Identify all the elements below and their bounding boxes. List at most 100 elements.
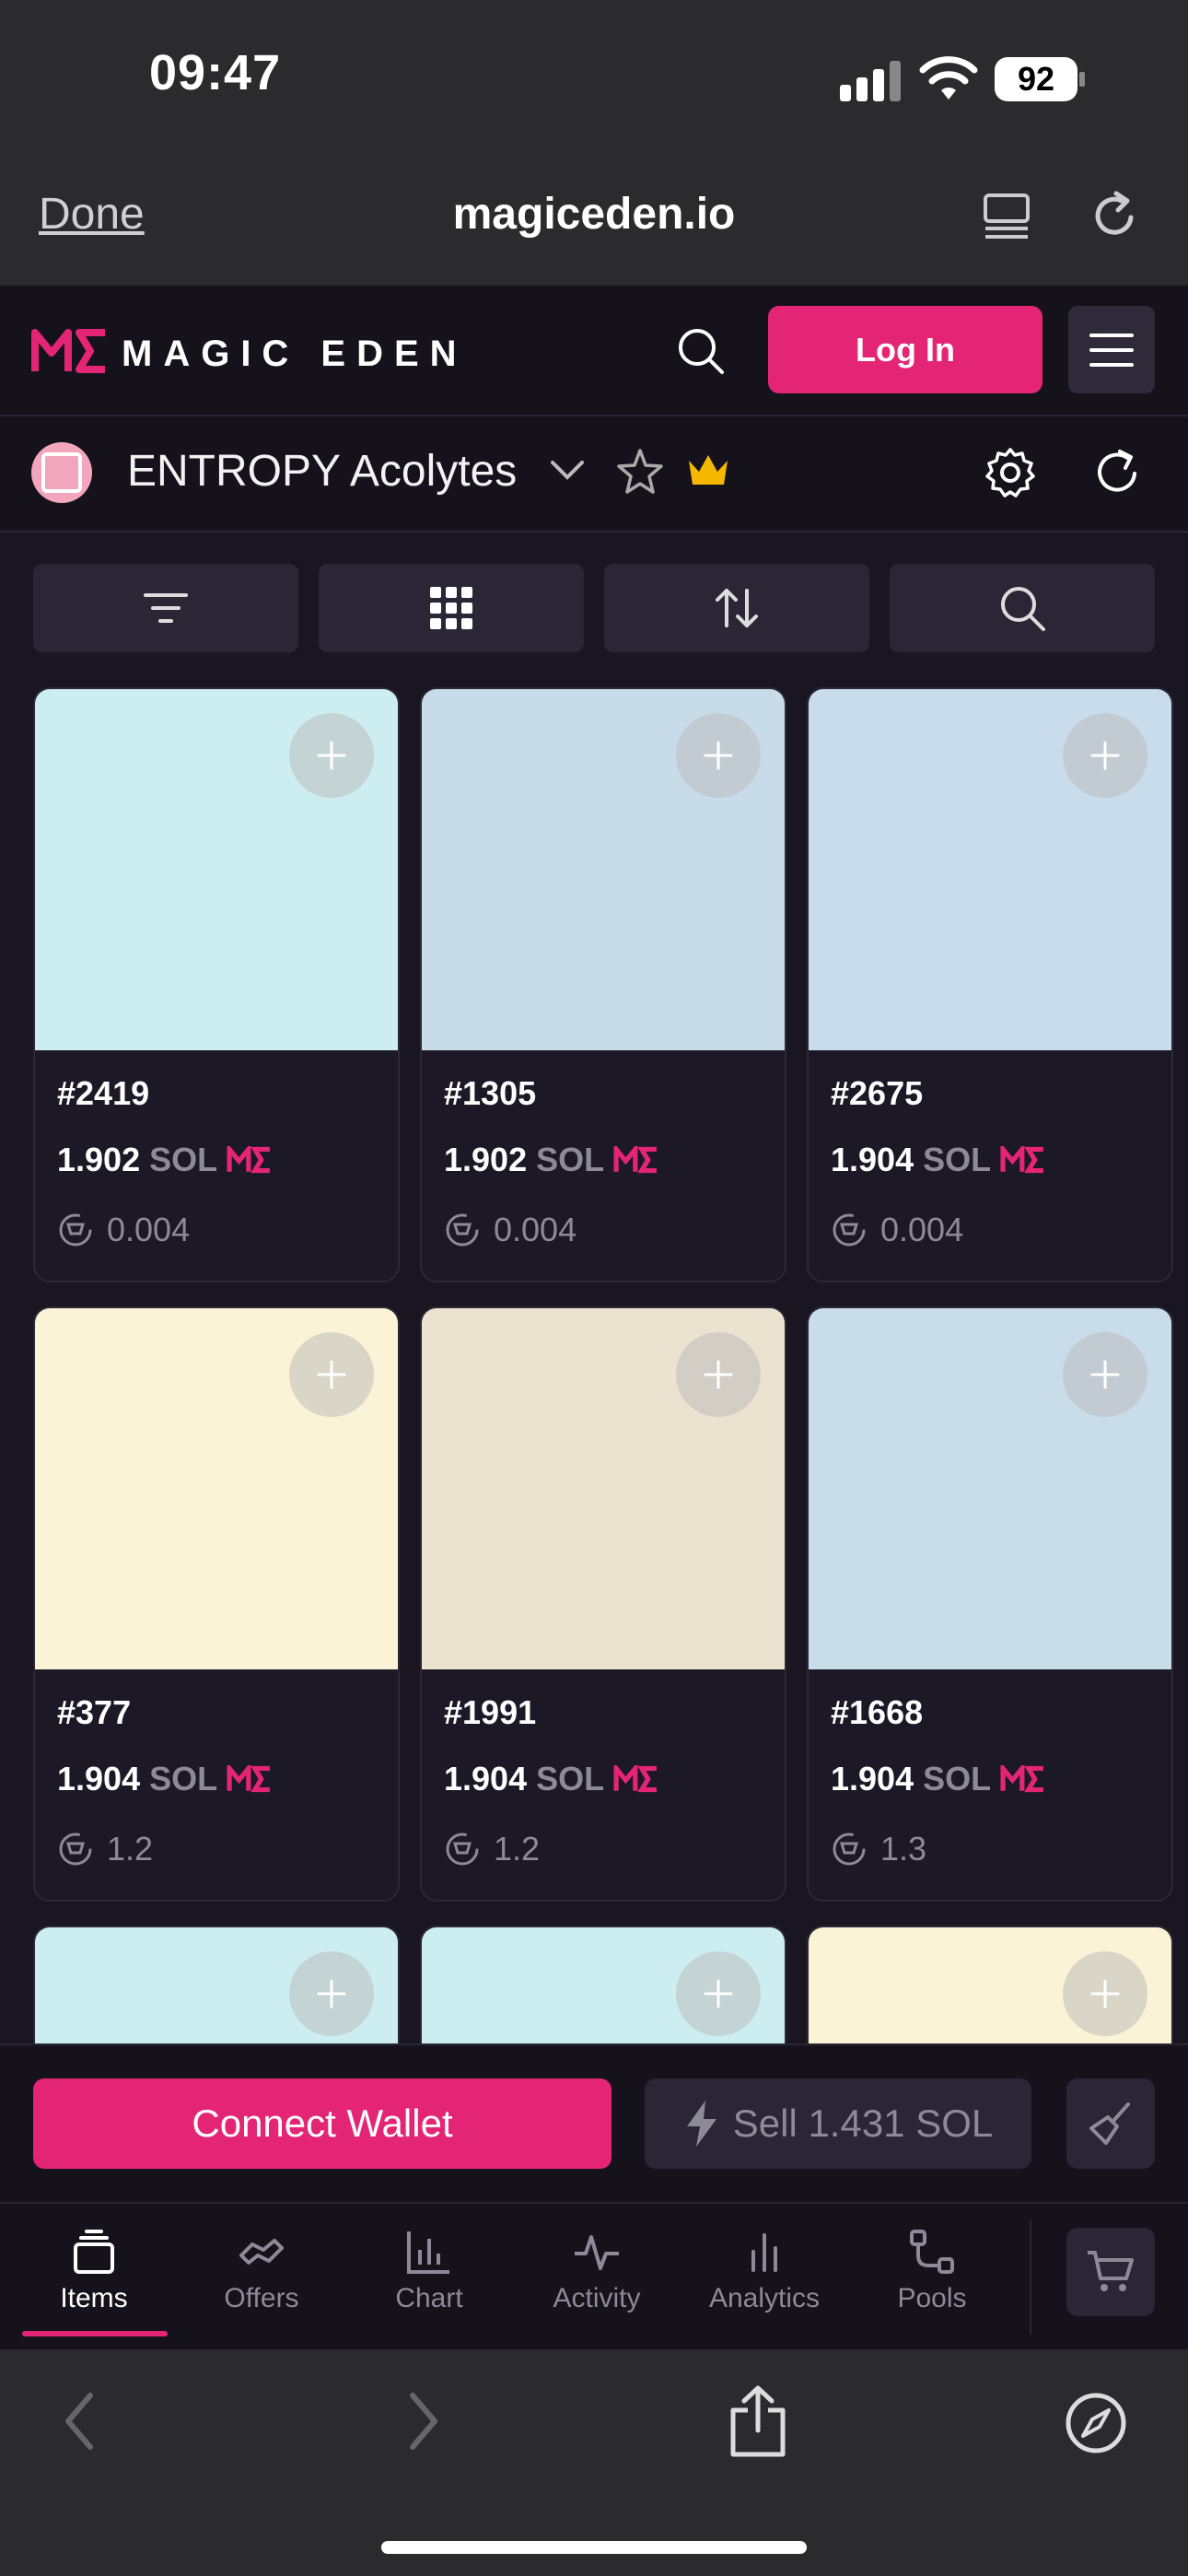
price-value: 1.904 bbox=[831, 1141, 914, 1178]
fee-value: 0.004 bbox=[494, 1211, 577, 1248]
royalty-cart-icon bbox=[446, 1832, 479, 1866]
plus-icon bbox=[1090, 1979, 1120, 2008]
login-button[interactable]: Log In bbox=[768, 306, 1042, 393]
nft-fee: 1.3 bbox=[831, 1830, 926, 1868]
filter-button[interactable] bbox=[33, 564, 298, 652]
chevron-down-icon[interactable] bbox=[549, 457, 586, 485]
magic-eden-mark-icon bbox=[613, 1146, 658, 1174]
plus-icon bbox=[704, 1360, 733, 1389]
tab-pools[interactable]: Pools bbox=[849, 2228, 1015, 2314]
nft-price: 1.902 SOL bbox=[444, 1141, 659, 1179]
price-currency: SOL bbox=[536, 1760, 605, 1797]
royalty-cart-icon bbox=[446, 1213, 479, 1247]
royalty-cart-icon bbox=[59, 1832, 92, 1866]
royalty-cart-icon bbox=[833, 1213, 866, 1247]
tab-label: Offers bbox=[224, 2283, 299, 2313]
sell-button[interactable]: Sell 1.431 SOL bbox=[645, 2078, 1031, 2169]
collection-avatar bbox=[31, 442, 92, 503]
price-currency: SOL bbox=[536, 1141, 605, 1178]
tab-divider bbox=[1030, 2220, 1031, 2335]
nft-fee: 0.004 bbox=[57, 1211, 190, 1249]
forward-icon[interactable] bbox=[405, 2392, 442, 2451]
cart-button[interactable] bbox=[1066, 2228, 1155, 2316]
price-value: 1.904 bbox=[831, 1760, 914, 1797]
price-value: 1.904 bbox=[444, 1760, 528, 1797]
tab-analytics[interactable]: Analytics bbox=[681, 2228, 847, 2314]
nft-card[interactable]: #377 1.904 SOL 1.2 bbox=[33, 1306, 400, 1902]
search-icon bbox=[1001, 587, 1045, 631]
grid-view-button[interactable] bbox=[319, 564, 584, 652]
add-to-cart-button[interactable] bbox=[676, 1951, 761, 2036]
add-to-cart-button[interactable] bbox=[289, 1332, 374, 1417]
nft-price: 1.904 SOL bbox=[444, 1760, 659, 1798]
add-to-cart-button[interactable] bbox=[676, 713, 761, 798]
nft-id: #377 bbox=[57, 1693, 132, 1731]
nft-id: #2675 bbox=[831, 1074, 924, 1112]
nft-fee: 0.004 bbox=[831, 1211, 963, 1249]
price-currency: SOL bbox=[149, 1141, 218, 1178]
price-currency: SOL bbox=[149, 1760, 218, 1797]
star-icon[interactable] bbox=[615, 448, 665, 496]
refresh-icon[interactable] bbox=[1092, 448, 1142, 498]
tab-offers[interactable]: Offers bbox=[179, 2228, 344, 2314]
magic-eden-logo-icon[interactable] bbox=[31, 327, 109, 375]
analytics-icon bbox=[751, 2233, 777, 2272]
tab-chart[interactable]: Chart bbox=[346, 2228, 512, 2314]
price-value: 1.902 bbox=[444, 1141, 528, 1178]
nft-card[interactable]: #1991 1.904 SOL 1.2 bbox=[420, 1306, 786, 1902]
tab-label: Analytics bbox=[708, 2283, 821, 2313]
connect-wallet-button[interactable]: Connect Wallet bbox=[33, 2078, 611, 2169]
wifi-icon bbox=[919, 56, 978, 100]
plus-icon bbox=[317, 1979, 346, 2008]
share-icon[interactable] bbox=[726, 2384, 790, 2458]
add-to-cart-button[interactable] bbox=[676, 1332, 761, 1417]
nft-id: #2419 bbox=[57, 1074, 150, 1112]
plus-icon bbox=[317, 741, 346, 770]
fee-value: 0.004 bbox=[107, 1211, 191, 1248]
battery-indicator: 92 bbox=[995, 57, 1077, 101]
reader-view-icon[interactable] bbox=[982, 192, 1031, 241]
add-to-cart-button[interactable] bbox=[1063, 1951, 1147, 2036]
fee-value: 1.2 bbox=[494, 1830, 541, 1868]
menu-button[interactable] bbox=[1068, 306, 1155, 393]
compass-icon[interactable] bbox=[1065, 2392, 1127, 2454]
nft-price: 1.904 SOL bbox=[57, 1760, 273, 1798]
sort-button[interactable] bbox=[604, 564, 869, 652]
plus-icon bbox=[704, 1979, 733, 2008]
tab-items[interactable]: Items bbox=[11, 2228, 177, 2314]
fee-value: 1.3 bbox=[880, 1830, 927, 1868]
add-to-cart-button[interactable] bbox=[289, 1951, 374, 2036]
nft-id: #1305 bbox=[444, 1074, 537, 1112]
nft-card[interactable]: #1305 1.902 SOL 0.004 bbox=[420, 687, 786, 1282]
nft-card[interactable]: #2419 1.902 SOL 0.004 bbox=[33, 687, 400, 1282]
status-time: 09:47 bbox=[149, 45, 282, 100]
royalty-cart-icon bbox=[59, 1213, 92, 1247]
nft-card[interactable]: #1668 1.904 SOL 1.3 bbox=[807, 1306, 1173, 1902]
royalty-cart-icon bbox=[833, 1832, 866, 1866]
search-icon[interactable] bbox=[676, 326, 726, 376]
nft-id: #1991 bbox=[444, 1693, 537, 1731]
active-tab-indicator bbox=[22, 2331, 168, 2336]
tab-label: Items bbox=[60, 2283, 128, 2313]
fee-value: 0.004 bbox=[880, 1211, 964, 1248]
nft-card[interactable]: #2675 1.904 SOL 0.004 bbox=[807, 687, 1173, 1282]
handshake-icon bbox=[239, 2239, 284, 2265]
sell-label: Sell 1.431 SOL bbox=[732, 2102, 994, 2145]
plus-icon bbox=[317, 1360, 346, 1389]
sweep-button[interactable] bbox=[1066, 2078, 1155, 2169]
reload-icon[interactable] bbox=[1089, 190, 1140, 241]
cart-icon bbox=[1088, 2251, 1134, 2291]
search-items-button[interactable] bbox=[890, 564, 1155, 652]
add-to-cart-button[interactable] bbox=[1063, 1332, 1147, 1417]
settings-gear-icon[interactable] bbox=[984, 446, 1037, 499]
add-to-cart-button[interactable] bbox=[1063, 713, 1147, 798]
nft-fee: 0.004 bbox=[444, 1211, 577, 1249]
add-to-cart-button[interactable] bbox=[289, 713, 374, 798]
nft-price: 1.904 SOL bbox=[831, 1141, 1046, 1179]
price-value: 1.902 bbox=[57, 1141, 141, 1178]
back-icon[interactable] bbox=[61, 2392, 98, 2451]
broom-icon bbox=[1089, 2102, 1130, 2145]
collection-name[interactable]: ENTROPY Acolytes bbox=[127, 446, 517, 497]
fee-value: 1.2 bbox=[107, 1830, 154, 1868]
tab-activity[interactable]: Activity bbox=[514, 2228, 680, 2314]
